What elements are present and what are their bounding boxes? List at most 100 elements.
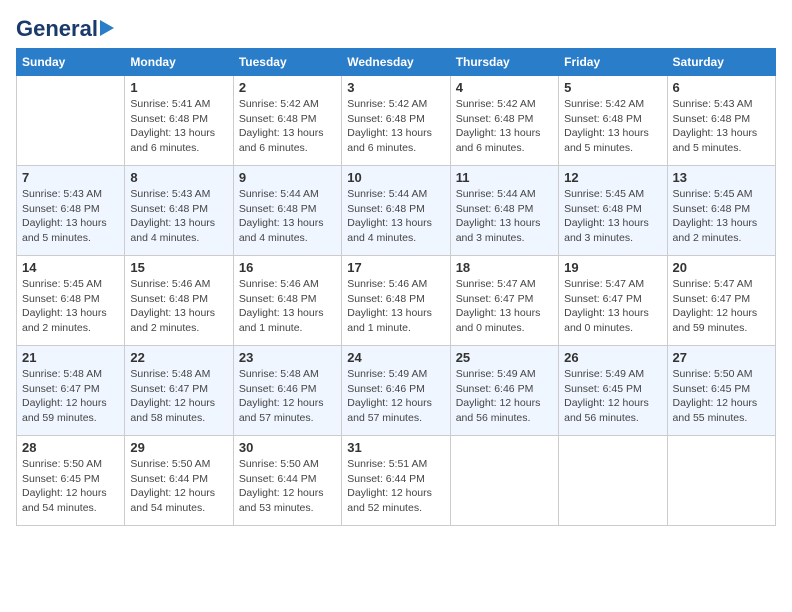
day-number: 4 — [456, 80, 553, 95]
day-info: Sunrise: 5:50 AMSunset: 6:44 PMDaylight:… — [239, 457, 336, 516]
day-info: Sunrise: 5:44 AMSunset: 6:48 PMDaylight:… — [239, 187, 336, 246]
day-number: 3 — [347, 80, 444, 95]
day-info: Sunrise: 5:51 AMSunset: 6:44 PMDaylight:… — [347, 457, 444, 516]
day-info: Sunrise: 5:47 AMSunset: 6:47 PMDaylight:… — [673, 277, 770, 336]
day-number: 18 — [456, 260, 553, 275]
day-info: Sunrise: 5:43 AMSunset: 6:48 PMDaylight:… — [22, 187, 119, 246]
day-number: 30 — [239, 440, 336, 455]
calendar-week-row: 14 Sunrise: 5:45 AMSunset: 6:48 PMDayligh… — [17, 256, 776, 346]
calendar-cell — [667, 436, 775, 526]
calendar-cell: 28 Sunrise: 5:50 AMSunset: 6:45 PMDayligh… — [17, 436, 125, 526]
calendar-week-row: 7 Sunrise: 5:43 AMSunset: 6:48 PMDaylight… — [17, 166, 776, 256]
day-info: Sunrise: 5:49 AMSunset: 6:46 PMDaylight:… — [456, 367, 553, 426]
day-info: Sunrise: 5:42 AMSunset: 6:48 PMDaylight:… — [564, 97, 661, 156]
weekday-header-monday: Monday — [125, 49, 233, 76]
day-number: 7 — [22, 170, 119, 185]
day-number: 31 — [347, 440, 444, 455]
day-number: 11 — [456, 170, 553, 185]
day-number: 10 — [347, 170, 444, 185]
day-info: Sunrise: 5:42 AMSunset: 6:48 PMDaylight:… — [456, 97, 553, 156]
day-info: Sunrise: 5:45 AMSunset: 6:48 PMDaylight:… — [673, 187, 770, 246]
day-number: 1 — [130, 80, 227, 95]
day-number: 19 — [564, 260, 661, 275]
calendar-cell: 29 Sunrise: 5:50 AMSunset: 6:44 PMDayligh… — [125, 436, 233, 526]
calendar-cell: 16 Sunrise: 5:46 AMSunset: 6:48 PMDayligh… — [233, 256, 341, 346]
calendar-cell: 7 Sunrise: 5:43 AMSunset: 6:48 PMDaylight… — [17, 166, 125, 256]
weekday-header-friday: Friday — [559, 49, 667, 76]
day-number: 28 — [22, 440, 119, 455]
logo-general: General — [16, 16, 98, 42]
day-number: 27 — [673, 350, 770, 365]
calendar-cell — [450, 436, 558, 526]
day-number: 29 — [130, 440, 227, 455]
calendar-cell: 26 Sunrise: 5:49 AMSunset: 6:45 PMDayligh… — [559, 346, 667, 436]
day-info: Sunrise: 5:47 AMSunset: 6:47 PMDaylight:… — [456, 277, 553, 336]
logo: General — [16, 16, 114, 38]
day-number: 13 — [673, 170, 770, 185]
day-number: 24 — [347, 350, 444, 365]
day-number: 16 — [239, 260, 336, 275]
calendar-week-row: 28 Sunrise: 5:50 AMSunset: 6:45 PMDayligh… — [17, 436, 776, 526]
calendar-cell: 4 Sunrise: 5:42 AMSunset: 6:48 PMDaylight… — [450, 76, 558, 166]
weekday-header-saturday: Saturday — [667, 49, 775, 76]
day-info: Sunrise: 5:48 AMSunset: 6:47 PMDaylight:… — [130, 367, 227, 426]
day-number: 20 — [673, 260, 770, 275]
weekday-header-sunday: Sunday — [17, 49, 125, 76]
day-info: Sunrise: 5:49 AMSunset: 6:45 PMDaylight:… — [564, 367, 661, 426]
calendar-cell: 12Sunrise: 5:45 AMSunset: 6:48 PMDayligh… — [559, 166, 667, 256]
day-info: Sunrise: 5:43 AMSunset: 6:48 PMDaylight:… — [673, 97, 770, 156]
calendar-cell: 2 Sunrise: 5:42 AMSunset: 6:48 PMDaylight… — [233, 76, 341, 166]
day-number: 6 — [673, 80, 770, 95]
calendar-cell: 13 Sunrise: 5:45 AMSunset: 6:48 PMDayligh… — [667, 166, 775, 256]
calendar-cell: 3 Sunrise: 5:42 AMSunset: 6:48 PMDaylight… — [342, 76, 450, 166]
calendar-cell: 27 Sunrise: 5:50 AMSunset: 6:45 PMDayligh… — [667, 346, 775, 436]
calendar-cell: 22 Sunrise: 5:48 AMSunset: 6:47 PMDayligh… — [125, 346, 233, 436]
day-info: Sunrise: 5:43 AMSunset: 6:48 PMDaylight:… — [130, 187, 227, 246]
day-info: Sunrise: 5:42 AMSunset: 6:48 PMDaylight:… — [347, 97, 444, 156]
calendar-cell: 1Sunrise: 5:41 AMSunset: 6:48 PMDaylight… — [125, 76, 233, 166]
weekday-header-row: SundayMondayTuesdayWednesdayThursdayFrid… — [17, 49, 776, 76]
calendar-cell: 8 Sunrise: 5:43 AMSunset: 6:48 PMDaylight… — [125, 166, 233, 256]
calendar-cell: 11Sunrise: 5:44 AMSunset: 6:48 PMDayligh… — [450, 166, 558, 256]
calendar-cell: 19 Sunrise: 5:47 AMSunset: 6:47 PMDayligh… — [559, 256, 667, 346]
calendar-cell: 23 Sunrise: 5:48 AMSunset: 6:46 PMDayligh… — [233, 346, 341, 436]
day-info: Sunrise: 5:45 AMSunset: 6:48 PMDaylight:… — [564, 187, 661, 246]
calendar-cell: 14 Sunrise: 5:45 AMSunset: 6:48 PMDayligh… — [17, 256, 125, 346]
day-number: 17 — [347, 260, 444, 275]
calendar-cell: 6 Sunrise: 5:43 AMSunset: 6:48 PMDaylight… — [667, 76, 775, 166]
day-info: Sunrise: 5:46 AMSunset: 6:48 PMDaylight:… — [239, 277, 336, 336]
calendar-cell: 25Sunrise: 5:49 AMSunset: 6:46 PMDayligh… — [450, 346, 558, 436]
day-number: 23 — [239, 350, 336, 365]
day-info: Sunrise: 5:50 AMSunset: 6:44 PMDaylight:… — [130, 457, 227, 516]
day-info: Sunrise: 5:49 AMSunset: 6:46 PMDaylight:… — [347, 367, 444, 426]
day-number: 15 — [130, 260, 227, 275]
day-number: 8 — [130, 170, 227, 185]
calendar-table: SundayMondayTuesdayWednesdayThursdayFrid… — [16, 48, 776, 526]
day-info: Sunrise: 5:50 AMSunset: 6:45 PMDaylight:… — [22, 457, 119, 516]
day-info: Sunrise: 5:42 AMSunset: 6:48 PMDaylight:… — [239, 97, 336, 156]
day-number: 26 — [564, 350, 661, 365]
day-number: 9 — [239, 170, 336, 185]
day-info: Sunrise: 5:50 AMSunset: 6:45 PMDaylight:… — [673, 367, 770, 426]
calendar-week-row: 21 Sunrise: 5:48 AMSunset: 6:47 PMDayligh… — [17, 346, 776, 436]
calendar-cell — [559, 436, 667, 526]
day-info: Sunrise: 5:45 AMSunset: 6:48 PMDaylight:… — [22, 277, 119, 336]
day-number: 21 — [22, 350, 119, 365]
calendar-cell: 10 Sunrise: 5:44 AMSunset: 6:48 PMDayligh… — [342, 166, 450, 256]
day-info: Sunrise: 5:48 AMSunset: 6:46 PMDaylight:… — [239, 367, 336, 426]
day-info: Sunrise: 5:44 AMSunset: 6:48 PMDaylight:… — [347, 187, 444, 246]
calendar-cell: 9 Sunrise: 5:44 AMSunset: 6:48 PMDaylight… — [233, 166, 341, 256]
calendar-cell: 15Sunrise: 5:46 AMSunset: 6:48 PMDayligh… — [125, 256, 233, 346]
day-info: Sunrise: 5:46 AMSunset: 6:48 PMDaylight:… — [347, 277, 444, 336]
calendar-cell — [17, 76, 125, 166]
logo-arrow-icon — [100, 20, 114, 36]
calendar-cell: 31 Sunrise: 5:51 AMSunset: 6:44 PMDayligh… — [342, 436, 450, 526]
day-info: Sunrise: 5:47 AMSunset: 6:47 PMDaylight:… — [564, 277, 661, 336]
day-number: 2 — [239, 80, 336, 95]
calendar-cell: 24 Sunrise: 5:49 AMSunset: 6:46 PMDayligh… — [342, 346, 450, 436]
calendar-cell: 30 Sunrise: 5:50 AMSunset: 6:44 PMDayligh… — [233, 436, 341, 526]
day-number: 22 — [130, 350, 227, 365]
day-number: 14 — [22, 260, 119, 275]
calendar-cell: 18 Sunrise: 5:47 AMSunset: 6:47 PMDayligh… — [450, 256, 558, 346]
weekday-header-thursday: Thursday — [450, 49, 558, 76]
